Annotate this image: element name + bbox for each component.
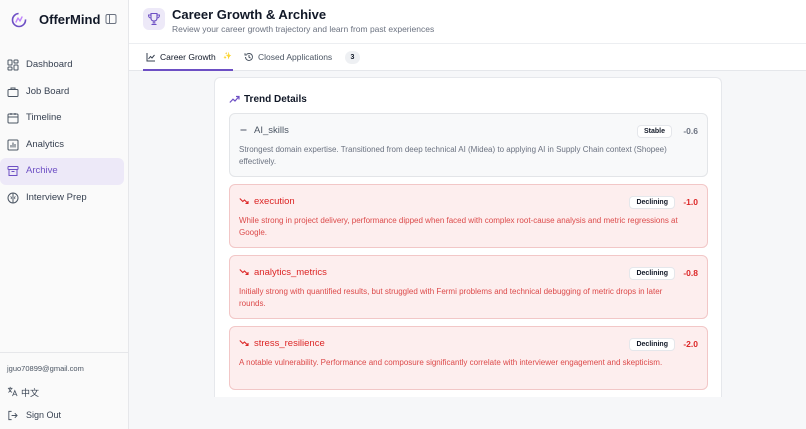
sidebar-item-timeline[interactable]: Timeline: [0, 105, 124, 132]
sidebar-item-archive[interactable]: Archive: [0, 158, 124, 185]
sidebar-nav: Dashboard Job Board Timeline Analytics A…: [0, 52, 129, 211]
app-name: OfferMind: [39, 12, 101, 27]
log-out-icon: [8, 410, 18, 421]
trending-up-icon: [229, 95, 240, 103]
status-badge: Stable: [636, 125, 672, 138]
sidebar: OfferMind Dashboard Job Board Timeline A…: [0, 0, 129, 429]
trend-name: execution: [254, 196, 295, 207]
trend-name: stress_resilience: [254, 338, 325, 349]
page-header: Career Growth & Archive Review your care…: [129, 0, 806, 44]
sidebar-item-job-board[interactable]: Job Board: [0, 79, 124, 106]
sign-out-label: Sign Out: [26, 410, 62, 420]
trend-description: Strongest domain expertise. Transitioned…: [239, 145, 667, 166]
sidebar-item-label: Job Board: [26, 85, 70, 97]
trending-down-icon: [239, 269, 249, 276]
trending-down-icon: [239, 198, 249, 205]
trend-delta: -2.0: [683, 339, 698, 349]
language-toggle[interactable]: 中文: [7, 384, 122, 400]
dashboard-icon: [7, 59, 19, 71]
sidebar-item-label: Analytics: [26, 138, 65, 150]
trend-name: analytics_metrics: [254, 267, 327, 278]
header-badge: [143, 8, 165, 30]
line-chart-icon: [146, 53, 155, 62]
translate-icon: [7, 386, 18, 397]
trend-delta: -0.8: [683, 268, 698, 278]
page-title: Career Growth & Archive: [172, 7, 327, 22]
sidebar-toggle-icon[interactable]: [105, 13, 117, 25]
trend-delta: -0.6: [683, 126, 698, 136]
briefcase-icon: [7, 87, 19, 97]
calendar-icon: [7, 113, 19, 124]
bar-chart-icon: [7, 139, 19, 150]
offermind-logo-icon: [11, 12, 27, 28]
trend-card-ai-skills: AI_skills Stable -0.6 Strongest domain e…: [229, 113, 708, 177]
trend-details-panel: Trend Details AI_skills Stable -0.6 Stro…: [214, 77, 722, 397]
sidebar-item-label: Dashboard: [26, 59, 73, 70]
trending-down-icon: [239, 340, 249, 347]
status-badge: Declining: [629, 196, 675, 209]
history-icon: [244, 52, 253, 61]
trend-description: Initially strong with quantified results…: [239, 287, 663, 308]
language-label: 中文: [21, 388, 40, 398]
minus-icon: [240, 129, 247, 131]
sidebar-item-label: Timeline: [26, 112, 62, 123]
tab-label: Career Growth: [160, 52, 216, 62]
archive-icon: [7, 166, 19, 176]
sidebar-item-interview-prep[interactable]: Interview Prep: [0, 185, 124, 212]
tab-bar: Career Growth ✨ Closed Applications 3: [129, 44, 806, 71]
status-badge: Declining: [629, 267, 675, 280]
count-badge: 3: [345, 51, 360, 64]
sparkle-icon: ✨: [223, 53, 232, 60]
tab-label: Closed Applications: [258, 52, 333, 62]
tab-career-growth[interactable]: Career Growth ✨: [143, 44, 233, 71]
trend-delta: -1.0: [683, 197, 698, 207]
user-email: jguo70899@gmail.com: [7, 364, 84, 373]
page-subtitle: Review your career growth trajectory and…: [172, 24, 435, 34]
trend-description: A notable vulnerability. Performance and…: [239, 358, 663, 367]
trend-card-execution: execution Declining -1.0 While strong in…: [229, 184, 708, 248]
tab-closed-applications[interactable]: Closed Applications 3: [244, 44, 362, 71]
sidebar-item-label: Archive: [26, 165, 58, 176]
sidebar-item-dashboard[interactable]: Dashboard: [0, 52, 124, 79]
brain-icon: [7, 192, 19, 203]
main-content: Career Growth & Archive Review your care…: [129, 0, 806, 429]
sidebar-footer: jguo70899@gmail.com 中文 Sign Out: [0, 352, 129, 421]
trend-card-analytics-metrics: analytics_metrics Declining -0.8 Initial…: [229, 255, 708, 319]
trophy-icon: [147, 12, 161, 26]
status-badge: Declining: [629, 338, 675, 351]
trend-card-stress-resilience: stress_resilience Declining -2.0 A notab…: [229, 326, 708, 390]
sign-out-button[interactable]: Sign Out: [7, 408, 122, 424]
sidebar-item-analytics[interactable]: Analytics: [0, 132, 124, 159]
panel-title: Trend Details: [244, 94, 307, 105]
trend-description: While strong in project delivery, perfor…: [239, 216, 678, 237]
trend-name: AI_skills: [254, 125, 289, 136]
sidebar-item-label: Interview Prep: [26, 191, 87, 203]
